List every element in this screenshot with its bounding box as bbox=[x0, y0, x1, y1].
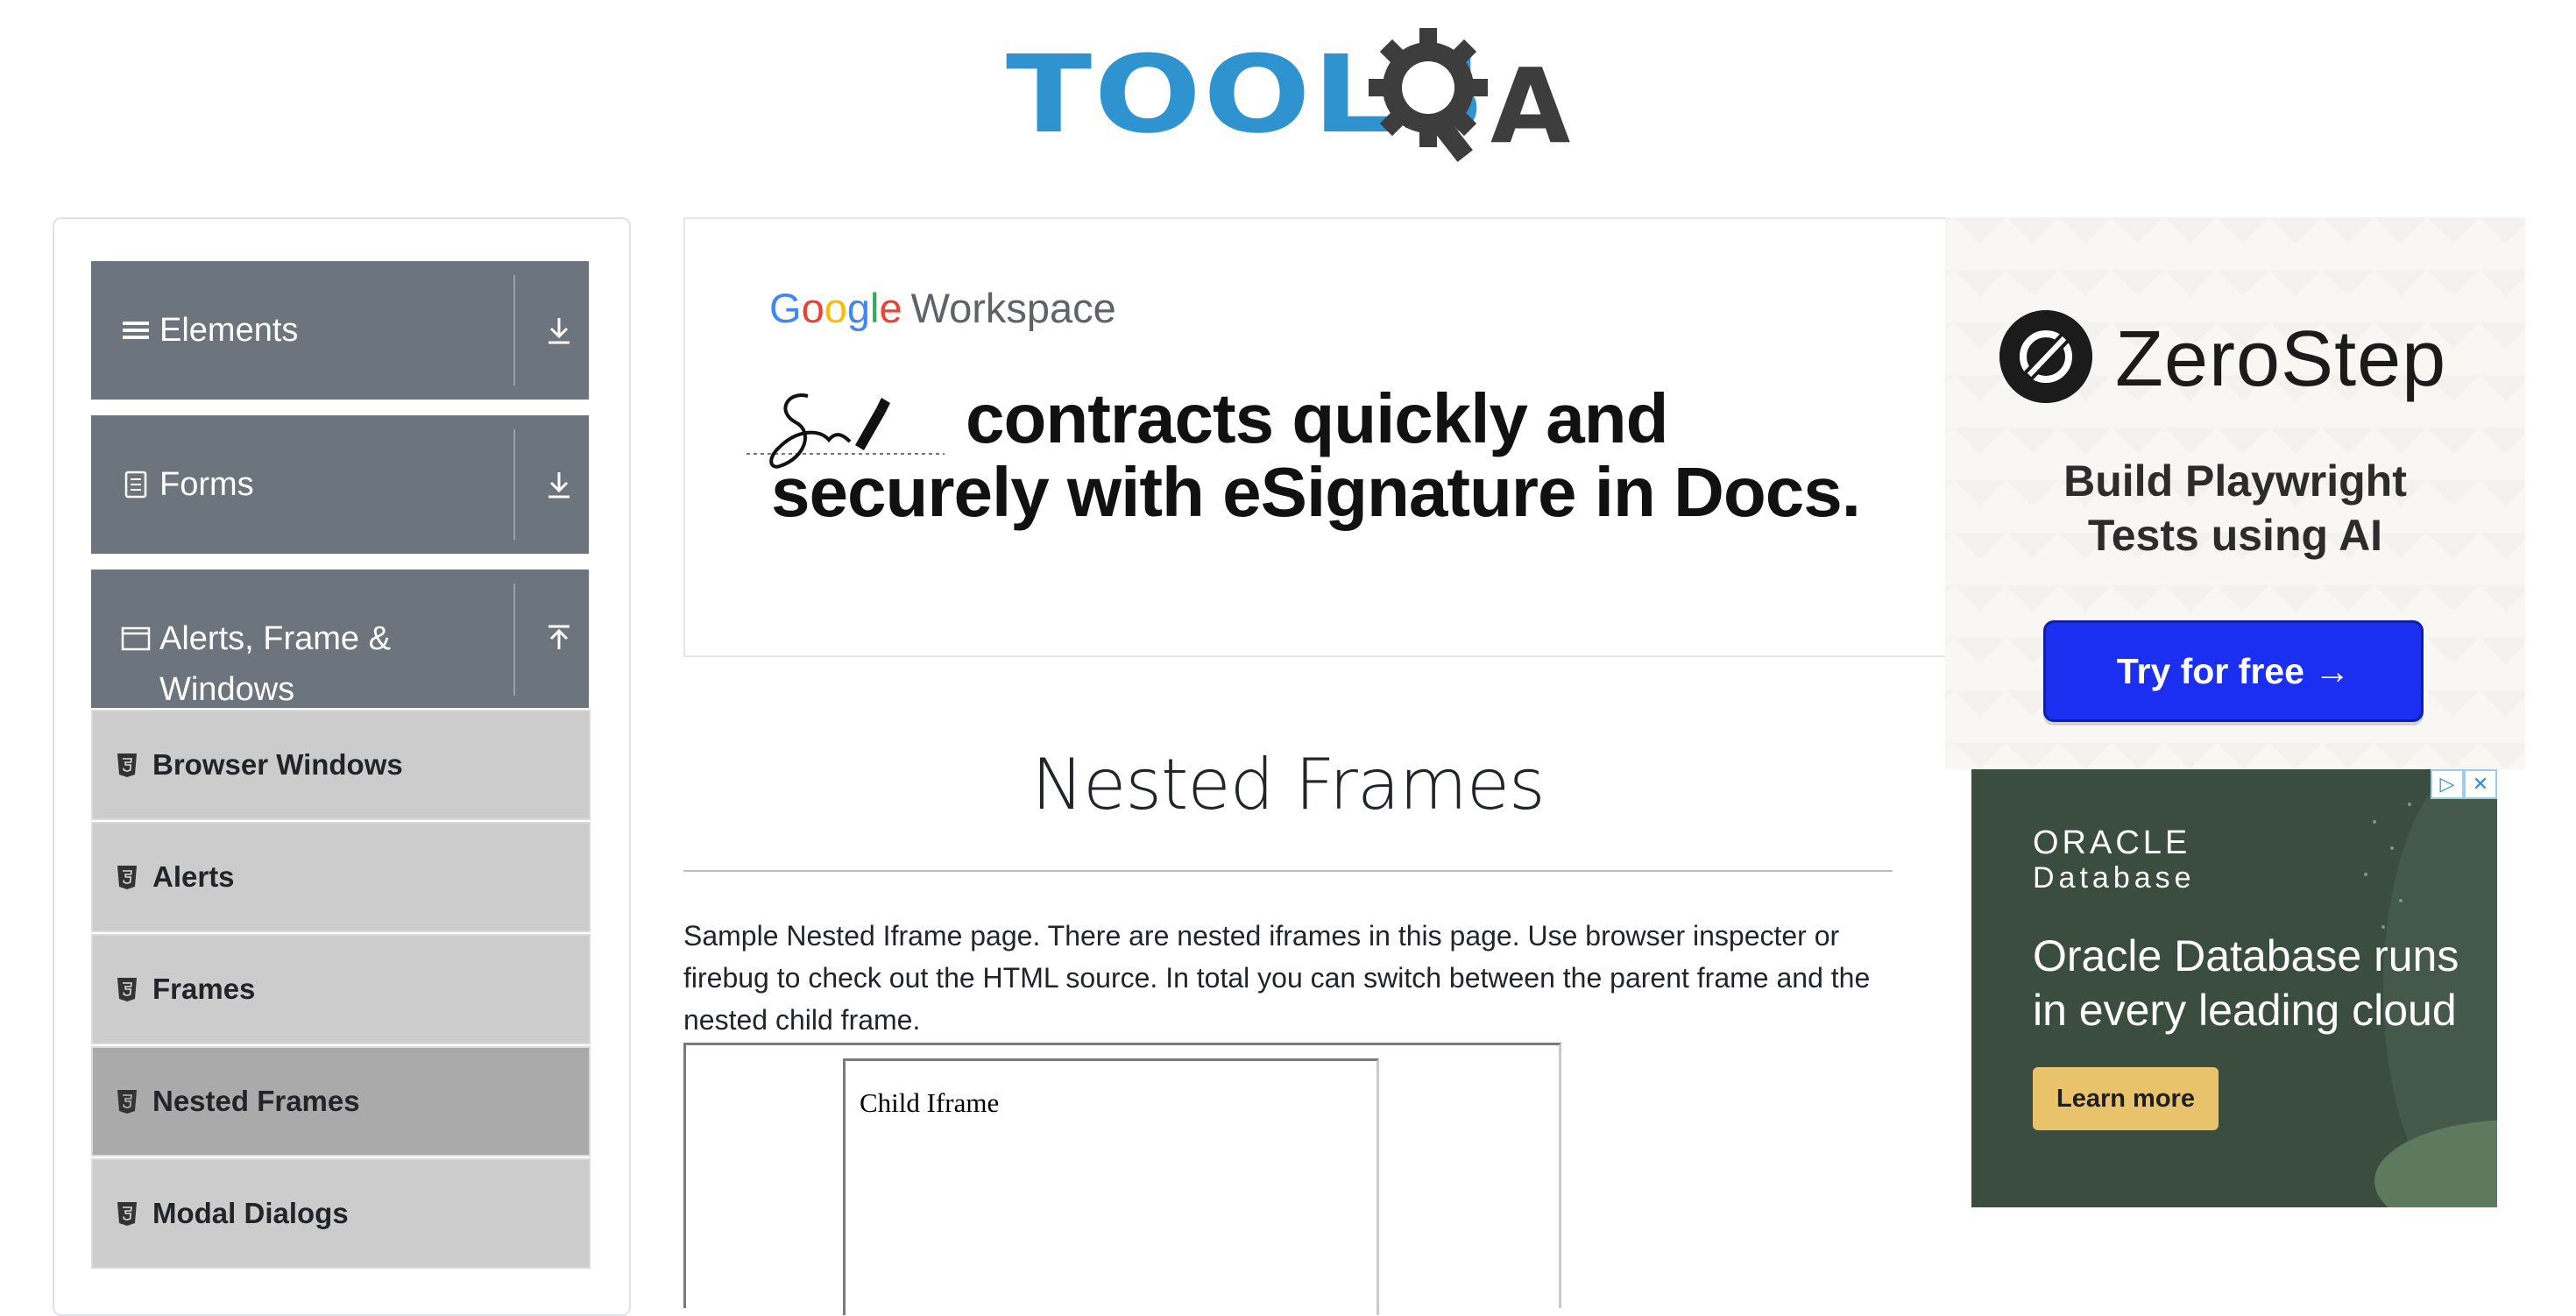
ad-headline-line2: securely with eSignature in Docs. bbox=[771, 453, 1861, 531]
html5-icon bbox=[117, 1090, 137, 1114]
database-wordmark: Database bbox=[2033, 861, 2196, 895]
zerostep-tagline: Build Playwright Tests using AI bbox=[1945, 454, 2525, 562]
sidebar-group-alerts-frame-windows[interactable]: Alerts, Frame & Windows bbox=[91, 570, 589, 708]
child-iframe[interactable]: Child Iframe bbox=[843, 1058, 1379, 1315]
child-iframe-text: Child Iframe bbox=[860, 1087, 1000, 1118]
zerostep-tagline-line1: Build Playwright bbox=[2063, 456, 2407, 506]
sidebar-group-forms[interactable]: Forms bbox=[91, 415, 589, 554]
close-ad-icon[interactable]: ✕ bbox=[2464, 769, 2497, 799]
window-icon bbox=[121, 624, 151, 654]
google-workspace-logo: Google Workspace bbox=[769, 284, 1116, 333]
sidebar-item-label: Modal Dialogs bbox=[152, 1197, 349, 1229]
google-workspace-ad[interactable]: Google Workspace contracts quickly and s… bbox=[683, 217, 1947, 657]
document-icon bbox=[121, 470, 151, 499]
divider bbox=[513, 429, 515, 540]
html5-icon bbox=[117, 1202, 137, 1226]
oracle-database-ad[interactable]: ▷ ✕ ORACLE Database Oracle Database runs… bbox=[1971, 769, 2497, 1207]
html5-icon bbox=[117, 866, 137, 889]
list-icon bbox=[121, 315, 151, 345]
zerostep-logo-icon bbox=[1999, 310, 2092, 403]
logo-a-text: A bbox=[1490, 46, 1571, 166]
page-description: Sample Nested Iframe page. There are nes… bbox=[683, 920, 1871, 1036]
sidebar-group-elements[interactable]: Elements bbox=[91, 261, 589, 400]
oracle-wordmark: ORACLE bbox=[2033, 824, 2191, 861]
sidebar-item-label: Nested Frames bbox=[152, 1085, 360, 1117]
upload-icon[interactable] bbox=[529, 613, 589, 664]
divider bbox=[513, 584, 515, 696]
download-icon[interactable] bbox=[529, 305, 589, 356]
zerostep-tagline-line2: Tests using AI bbox=[2087, 511, 2383, 560]
gear-magnifier-icon bbox=[1369, 28, 1488, 162]
sidebar-group-label: Forms bbox=[159, 466, 254, 503]
divider bbox=[513, 275, 515, 386]
try-for-free-button[interactable]: Try for free → bbox=[2043, 620, 2424, 722]
oracle-logo: ORACLE Database bbox=[2033, 825, 2196, 895]
zerostep-ad[interactable]: ZeroStep Build Playwright Tests using AI… bbox=[1945, 217, 2525, 769]
oracle-headline: Oracle Database runs in every leading cl… bbox=[2033, 931, 2459, 1035]
google-wordmark: Google bbox=[769, 285, 902, 331]
adchoices-icon[interactable]: ▷ bbox=[2431, 769, 2464, 799]
adchoices[interactable]: ▷ ✕ bbox=[2431, 769, 2497, 799]
learn-more-button[interactable]: Learn more bbox=[2033, 1067, 2219, 1130]
sidebar-group-label-line2: Windows bbox=[159, 671, 295, 708]
sidebar-group-label: Elements bbox=[159, 312, 299, 349]
sidebar-item-alerts[interactable]: Alerts bbox=[91, 822, 591, 932]
download-icon[interactable] bbox=[529, 459, 589, 510]
page-title: Nested Frames bbox=[1031, 744, 1545, 825]
title-divider bbox=[683, 870, 1893, 872]
sidebar-item-label: Frames bbox=[152, 973, 256, 1005]
ad-headline-line1: contracts quickly and bbox=[966, 379, 1668, 457]
sidebar-item-frames[interactable]: Frames bbox=[91, 934, 591, 1044]
toolsqa-logo[interactable]: TOOLS A bbox=[1006, 25, 1575, 165]
sidebar-item-nested-frames[interactable]: Nested Frames bbox=[91, 1046, 591, 1157]
html5-icon bbox=[117, 978, 137, 1001]
ad-headline: contracts quickly and securely with eSig… bbox=[771, 382, 1928, 529]
sidebar-item-label: Browser Windows bbox=[152, 748, 403, 781]
sidebar-item-label: Alerts bbox=[152, 860, 235, 893]
sidebar-item-modal-dialogs[interactable]: Modal Dialogs bbox=[91, 1158, 591, 1269]
sidebar-group-label: Alerts, Frame & bbox=[159, 620, 391, 657]
workspace-wordmark: Workspace bbox=[910, 285, 1116, 331]
zerostep-brand: ZeroStep bbox=[2115, 315, 2447, 403]
html5-icon bbox=[117, 754, 137, 777]
left-sidebar: Elements Forms Alerts, Frame & Windows B… bbox=[53, 217, 631, 1316]
sidebar-item-browser-windows[interactable]: Browser Windows bbox=[91, 710, 591, 820]
